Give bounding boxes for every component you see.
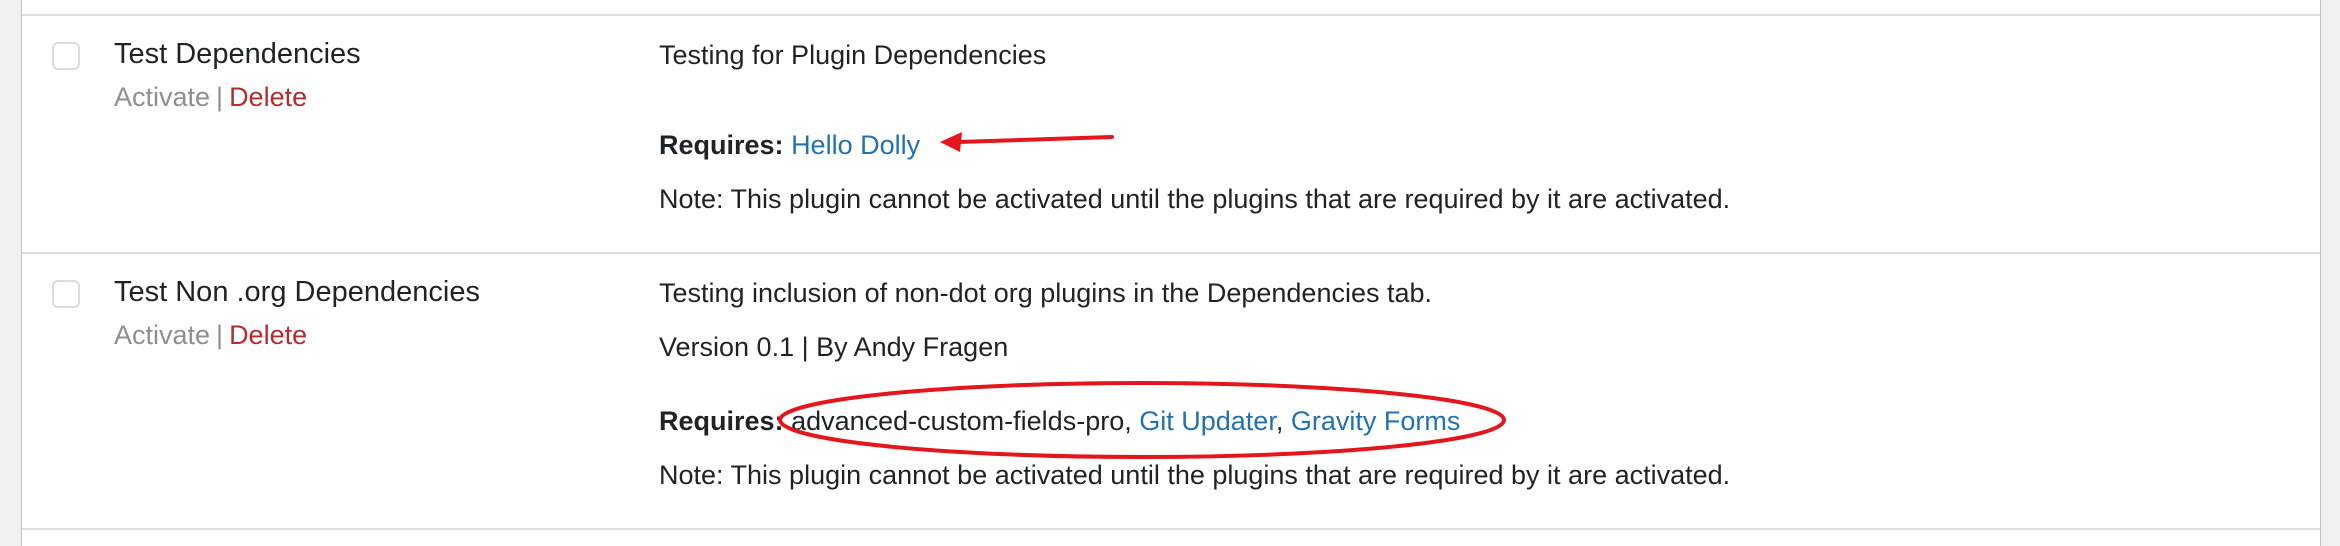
requires-link-hello-dolly[interactable]: Hello Dolly	[791, 130, 920, 160]
comma: ,	[1124, 406, 1132, 436]
requires-label: Requires:	[659, 130, 784, 160]
requires-plain-acf-pro: advanced-custom-fields-pro	[791, 406, 1125, 436]
activation-note: Note: This plugin cannot be activated un…	[659, 184, 1731, 214]
plugin-row-test-non-org-dependencies: Test Non .org Dependencies Activate | Dele…	[22, 254, 2320, 528]
activate-link[interactable]: Activate	[114, 82, 210, 112]
requires-link-gravity-forms[interactable]: Gravity Forms	[1291, 406, 1461, 436]
plugin-name: Test Non .org Dependencies	[114, 276, 480, 308]
requires-line: Requires: advanced-custom-fields-pro, Gi…	[659, 406, 1460, 437]
requires-line: Requires: Hello Dolly	[659, 130, 920, 161]
delete-link[interactable]: Delete	[229, 320, 307, 350]
requires-label: Requires:	[659, 406, 784, 436]
activate-link[interactable]: Activate	[114, 320, 210, 350]
plugin-name: Test Dependencies	[114, 38, 361, 70]
plugin-select-checkbox[interactable]	[52, 42, 80, 70]
plugin-row-test-dependencies: Test Dependencies Activate | Delete Testin…	[22, 16, 2320, 252]
action-separator: |	[216, 320, 224, 350]
plugins-table: Test Dependencies Activate | Delete Testin…	[21, 0, 2321, 546]
action-separator: |	[216, 82, 224, 112]
plugin-description: Testing inclusion of non-dot org plugins…	[659, 278, 1433, 308]
row-actions: Activate | Delete	[114, 82, 307, 113]
comma: ,	[1275, 406, 1284, 436]
plugin-select-checkbox[interactable]	[52, 280, 80, 308]
plugin-description: Testing for Plugin Dependencies	[659, 40, 1047, 70]
row-actions: Activate | Delete	[114, 320, 307, 351]
delete-link[interactable]: Delete	[229, 82, 307, 112]
row-divider	[22, 528, 2320, 530]
requires-link-git-updater[interactable]: Git Updater	[1139, 406, 1276, 436]
activation-note: Note: This plugin cannot be activated un…	[659, 460, 1731, 490]
version-author-line: Version 0.1 | By Andy Fragen	[659, 332, 1009, 362]
